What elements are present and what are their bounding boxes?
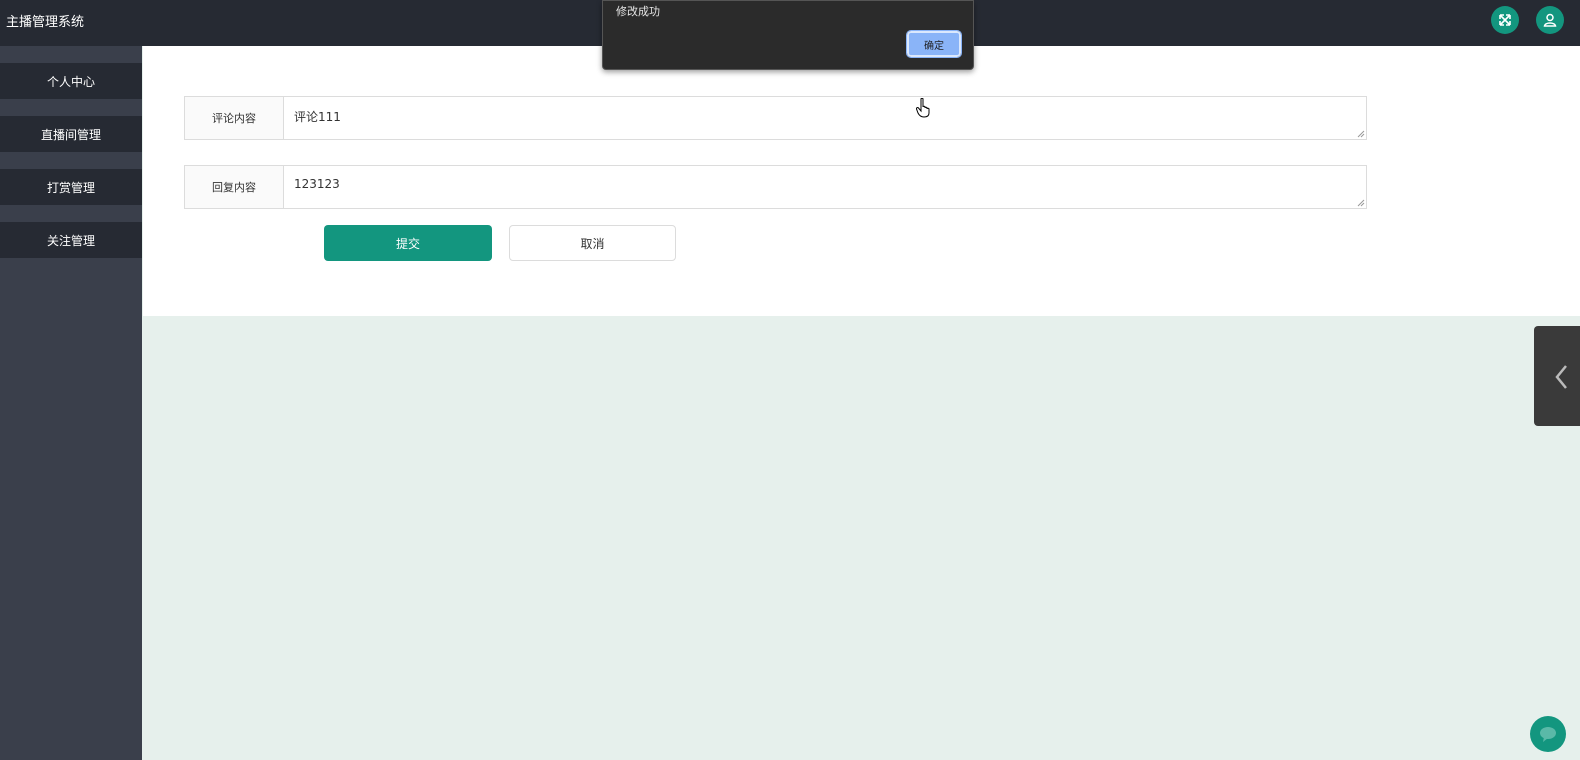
chevron-left-icon <box>1555 365 1567 389</box>
fullscreen-icon <box>1499 14 1511 26</box>
alert-dialog: 修改成功 确定 <box>602 0 974 70</box>
main-panel: 评论内容 评论111 回复内容 123123 提交 取消 <box>143 46 1580 316</box>
sidebar-item-profile[interactable]: 个人中心 <box>0 63 142 99</box>
fullscreen-button[interactable] <box>1491 6 1519 34</box>
reply-field-row: 回复内容 123123 <box>184 165 1367 209</box>
comment-field-row: 评论内容 评论111 <box>184 96 1367 140</box>
sidebar-item-live-room[interactable]: 直播间管理 <box>0 116 142 152</box>
comment-textarea[interactable]: 评论111 <box>284 97 1354 139</box>
submit-button[interactable]: 提交 <box>324 225 492 261</box>
reply-textarea[interactable]: 123123 <box>284 166 1354 208</box>
alert-message: 修改成功 <box>616 5 660 18</box>
resize-grip-icon[interactable] <box>1357 199 1365 207</box>
chat-icon <box>1540 727 1556 742</box>
alert-ok-button[interactable]: 确定 <box>906 30 962 58</box>
chat-button[interactable] <box>1530 716 1566 752</box>
cancel-button[interactable]: 取消 <box>509 225 676 261</box>
comment-label: 评论内容 <box>185 97 284 139</box>
hand-cursor-icon <box>916 98 930 118</box>
user-icon <box>1543 13 1557 27</box>
sidebar-item-follows[interactable]: 关注管理 <box>0 222 142 258</box>
sidebar-item-tips[interactable]: 打赏管理 <box>0 169 142 205</box>
sidebar: 个人中心 直播间管理 打赏管理 关注管理 <box>0 46 142 760</box>
resize-grip-icon[interactable] <box>1357 130 1365 138</box>
user-menu-button[interactable] <box>1536 6 1564 34</box>
reply-label: 回复内容 <box>185 166 284 208</box>
app-title: 主播管理系统 <box>6 15 85 30</box>
side-collapse-tab[interactable] <box>1534 326 1580 426</box>
